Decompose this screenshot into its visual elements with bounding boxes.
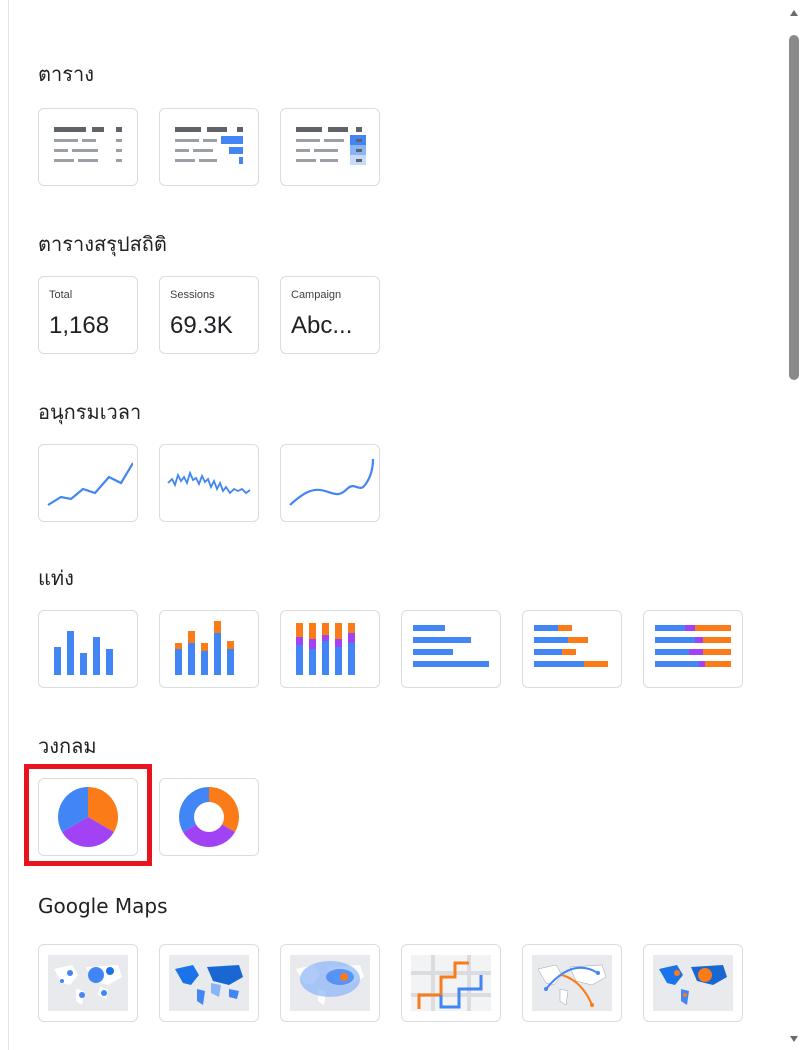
scorecard-value: Abc... [291,312,353,339]
bar-tiles [38,610,743,688]
line-map-option[interactable] [401,944,501,1022]
line-chart-icon [47,462,133,506]
line-map-icon [411,955,491,1011]
table-tiles [38,108,380,186]
column-chart-icon [54,631,113,675]
section-title-table: ตาราง [38,62,94,86]
smooth-line-option[interactable] [280,444,380,522]
pie-chart-option[interactable] [38,778,138,856]
pie-tiles [38,778,259,856]
map-tiles [38,944,743,1022]
table-icon [54,127,122,162]
chart-picker-panel: ตาราง ตารางสรุปสถิติ Total 1,168 Session… [0,0,786,1050]
scorecard-label: Total [49,289,73,301]
stacked-bar-option[interactable] [522,610,622,688]
100-stacked-bar-icon [655,625,731,667]
scorecard-value: 69.3K [170,312,233,339]
donut-chart-icon [179,787,239,847]
section-title-scorecard: ตารางสรุปสถิติ [38,232,167,256]
smooth-line-icon [289,458,375,506]
table-with-bars-option[interactable] [159,108,259,186]
filled-map-icon [169,955,249,1011]
bubble-map-icon [48,955,128,1011]
section-title-google-maps: Google Maps [38,894,168,918]
time-series-tiles [38,444,380,522]
vertical-scrollbar[interactable] [786,0,801,1050]
stacked-column-option[interactable] [159,610,259,688]
connection-map-option[interactable] [522,944,622,1022]
scorecard-label: Campaign [291,289,342,301]
scorecard-label: Sessions [170,289,215,301]
pie-chart-icon [58,787,118,847]
section-title-time-series: อนุกรมเวลา [38,400,142,424]
100-stacked-bar-option[interactable] [643,610,743,688]
bar-chart-icon [413,625,489,667]
stacked-bar-icon [534,625,608,667]
scorecard-option[interactable]: Total 1,168 [38,276,138,354]
sparkline-option[interactable] [159,444,259,522]
combo-map-option[interactable] [643,944,743,1022]
100-stacked-column-option[interactable] [280,610,380,688]
sparkline-icon [167,470,251,495]
filled-map-option[interactable] [159,944,259,1022]
section-title-bar: แท่ง [38,566,74,590]
table-heatmap-option[interactable] [280,108,380,186]
scroll-up-arrow-icon[interactable] [790,10,798,16]
scorecard-tiles: Total 1,168 Sessions 69.3K Campaign Abc.… [38,276,380,354]
100-stacked-column-icon [296,623,355,675]
table-chart-option[interactable] [38,108,138,186]
section-title-pie: วงกลม [38,734,97,758]
scorecard-value: 1,168 [49,312,110,339]
bubble-map-option[interactable] [38,944,138,1022]
donut-chart-option[interactable] [159,778,259,856]
scroll-thumb[interactable] [789,35,799,380]
connection-map-icon [532,955,612,1011]
scorecard-text-option[interactable]: Campaign Abc... [280,276,380,354]
heatmap-map-option[interactable] [280,944,380,1022]
bar-chart-option[interactable] [401,610,501,688]
scroll-down-arrow-icon[interactable] [790,1036,798,1042]
heatmap-map-icon [290,955,370,1011]
time-series-option[interactable] [38,444,138,522]
combo-map-icon [653,955,733,1011]
table-bars-icon [175,127,243,164]
table-heatmap-icon [296,127,366,165]
stacked-column-icon [175,621,234,675]
scorecard-compact-option[interactable]: Sessions 69.3K [159,276,259,354]
column-chart-option[interactable] [38,610,138,688]
